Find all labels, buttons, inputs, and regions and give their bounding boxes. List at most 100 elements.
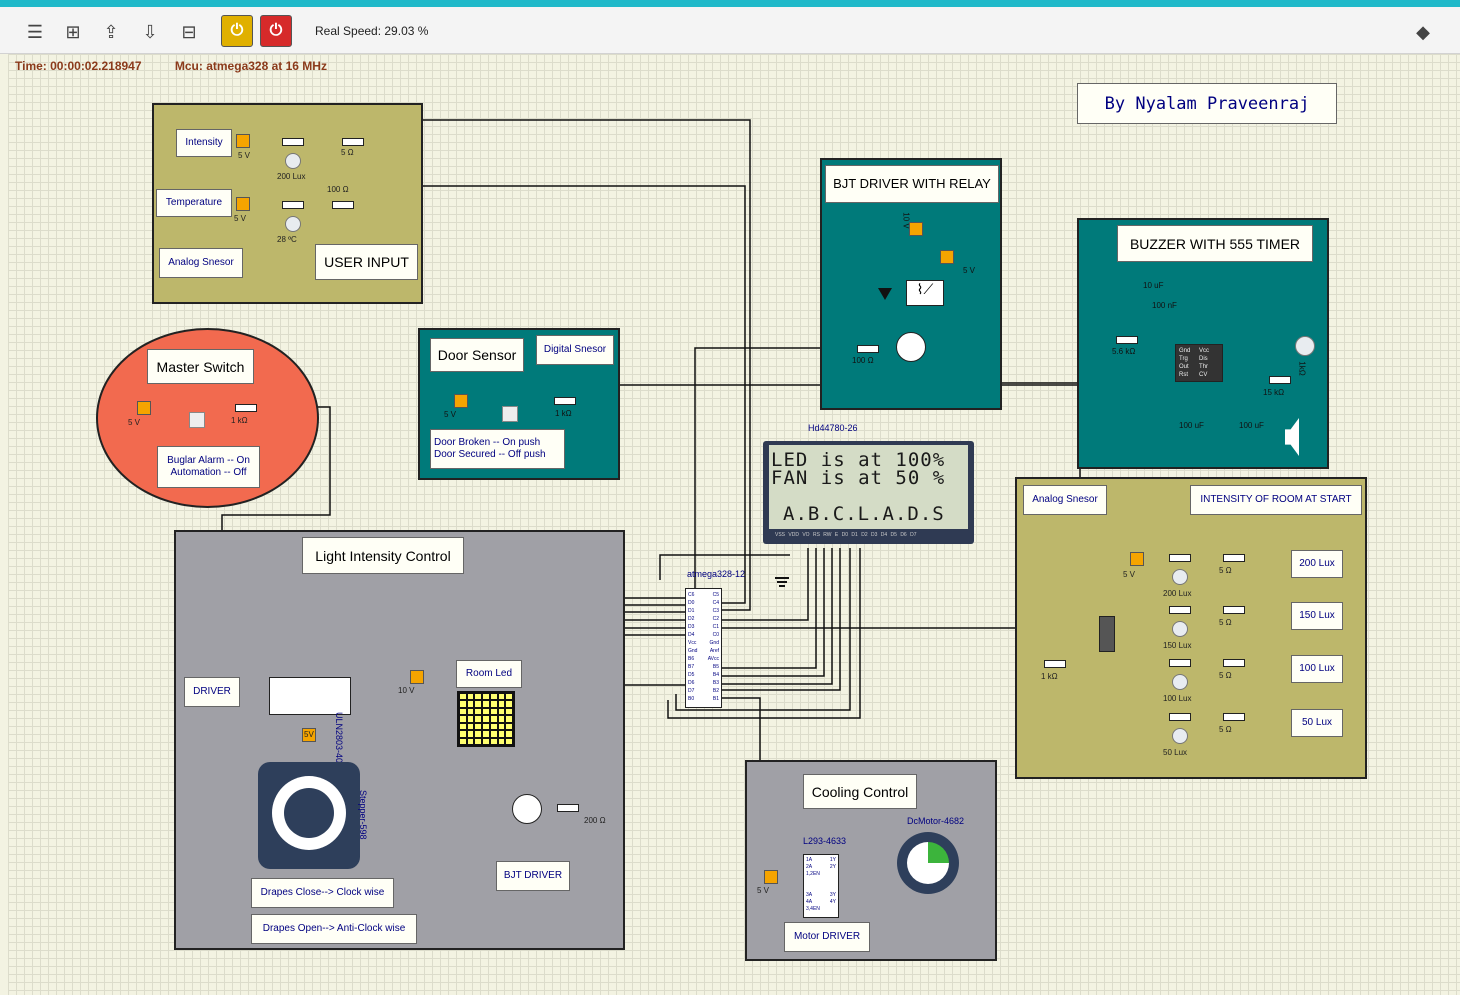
led-matrix-cell xyxy=(475,738,482,744)
led-matrix-cell xyxy=(490,694,497,700)
pin-label: Out xyxy=(1179,364,1189,370)
author-label: By Nyalam Praveenraj xyxy=(1077,83,1337,124)
cooling-control-title: Cooling Control xyxy=(803,774,917,809)
led-matrix-cell xyxy=(498,738,505,744)
resistor xyxy=(557,804,579,812)
resistor-value: 5 Ω xyxy=(1219,566,1232,575)
save-as-icon[interactable]: ⊟ xyxy=(176,19,202,45)
mcu-pin-label: D4 xyxy=(688,632,695,638)
voltage-label: 5 V xyxy=(444,410,457,419)
lux-knob[interactable] xyxy=(1172,728,1188,744)
analog-sensor-label: Analog Snesor xyxy=(159,248,243,278)
lux-knob[interactable] xyxy=(1172,621,1188,637)
diode-icon xyxy=(878,288,892,300)
door-push-button[interactable] xyxy=(502,406,518,422)
master-toggle-switch[interactable] xyxy=(189,412,205,428)
drapes-open-label: Drapes Open--> Anti-Clock wise xyxy=(251,914,417,944)
lux-knob[interactable] xyxy=(1172,569,1188,585)
stepper-motor[interactable] xyxy=(258,762,360,869)
atmega-chip[interactable]: C6 D0 D1 D2 D3 D4 Vcc Gnd B6 B7 D5 D6 D7 B0 C5 C4 C3 C2 C… xyxy=(685,588,722,708)
pot-knob[interactable] xyxy=(1295,336,1315,356)
mcu-pin-label: Gnd xyxy=(688,648,698,654)
analog-sensor-title: Analog Snesor xyxy=(1023,485,1107,515)
mcu-pin-label: D0 xyxy=(688,600,695,606)
led-matrix[interactable] xyxy=(457,691,515,747)
ldr-resistor xyxy=(282,138,304,146)
relay-icon[interactable]: ⌇⟋ xyxy=(906,280,944,306)
power-5v-pin[interactable] xyxy=(1130,552,1144,566)
uln2803-chip[interactable] xyxy=(269,677,351,715)
light-control-panel[interactable]: Light Intensity Control DRIVER ULN2803-4… xyxy=(174,530,625,950)
mcu-pin-label: Gnd xyxy=(709,640,719,646)
led-matrix-cell xyxy=(498,701,505,707)
mcu-pin-label: B2 xyxy=(712,688,719,694)
pause-icon[interactable]: ⏻ xyxy=(221,15,253,47)
room-intensity-title: INTENSITY OF ROOM AT START xyxy=(1190,485,1362,515)
mcu-pin-label: B3 xyxy=(712,680,719,686)
led-matrix-cell xyxy=(475,701,482,707)
master-switch-panel[interactable]: Master Switch 5 V 1 kΩ Buglar Alarm -- O… xyxy=(96,328,319,508)
power-10v-pin[interactable] xyxy=(909,222,923,236)
l293-pin-label xyxy=(830,871,836,878)
info-icon[interactable]: ◆ xyxy=(1410,19,1436,45)
resistor-value: 200 Ω xyxy=(584,816,606,825)
mcu-pin-label: Aref xyxy=(709,648,719,654)
uln-name: ULN2803-404 xyxy=(334,712,344,769)
ldr-resistor xyxy=(1169,659,1191,667)
window-top-bar xyxy=(0,0,1460,7)
user-input-panel[interactable]: Intensity Temperature Analog Snesor USER… xyxy=(152,103,423,304)
drapes-close-label: Drapes Close--> Clock wise xyxy=(251,878,394,908)
mcu-pin-label: Vcc xyxy=(688,640,697,646)
l293-chip[interactable]: 1A 2A 1,2EN 3A 4A 3,4EN 1Y 2Y 3Y 4Y xyxy=(803,854,839,918)
led-matrix-cell xyxy=(490,701,497,707)
led-matrix-cell xyxy=(475,708,482,715)
resistor xyxy=(332,201,354,209)
config-icon[interactable]: ☰ xyxy=(22,19,48,45)
l293-pin-label: 1Y xyxy=(829,857,836,863)
mcu-pin-label: D1 xyxy=(688,608,695,614)
master-switch-desc: Buglar Alarm -- On Automation -- Off xyxy=(157,446,260,488)
led-matrix-cell xyxy=(467,723,474,730)
led-matrix-cell xyxy=(460,708,466,715)
power-5v-pin[interactable] xyxy=(454,394,468,408)
led-matrix-cell xyxy=(467,716,474,722)
led-matrix-cell xyxy=(506,723,512,730)
power-5v-pin[interactable] xyxy=(236,197,250,211)
mcu-pin-label: C1 xyxy=(712,624,719,630)
buzzer-panel[interactable]: BUZZER WITH 555 TIMER 10 uF 100 nF 5.6 k… xyxy=(1077,218,1329,469)
timer-555-chip[interactable]: Gnd Vcc Trg Dis Out Thr Rst CV xyxy=(1175,344,1223,382)
power-5v-pin[interactable] xyxy=(137,401,151,415)
led-matrix-cell xyxy=(490,716,497,722)
mcu-pin-label: C4 xyxy=(712,600,719,606)
led-matrix-cell xyxy=(475,716,482,722)
mcu-pin-label: B6 xyxy=(688,656,695,662)
led-matrix-cell xyxy=(460,731,466,737)
power-10v-pin[interactable] xyxy=(410,670,424,684)
save-icon[interactable]: ⇩ xyxy=(137,19,163,45)
power-5v-pin[interactable] xyxy=(764,870,778,884)
speaker-icon xyxy=(1285,418,1299,456)
power-5v-pin[interactable] xyxy=(940,250,954,264)
resistor-value: 5 Ω xyxy=(1219,725,1232,734)
l293-pin-label xyxy=(830,906,836,913)
door-sensor-desc: Door Broken -- On push Door Secured -- O… xyxy=(430,429,565,469)
mcu-pin-label: B1 xyxy=(712,696,719,702)
resistor xyxy=(235,404,257,412)
capacitor-value: 100 nF xyxy=(1152,301,1177,310)
led-matrix-cell xyxy=(506,716,512,722)
lux-knob[interactable] xyxy=(1172,674,1188,690)
temperature-knob[interactable] xyxy=(285,216,301,232)
new-circuit-icon[interactable]: ⊞ xyxy=(60,19,86,45)
door-sensor-panel[interactable]: Door Sensor Digital Snesor 5 V 1 kΩ Door… xyxy=(418,328,620,480)
lux-knob[interactable] xyxy=(285,153,301,169)
led-matrix-cell xyxy=(460,716,466,722)
power-icon[interactable]: ⏻ xyxy=(260,15,292,47)
ldr-resistor xyxy=(1169,554,1191,562)
power-5v-pin[interactable] xyxy=(236,134,250,148)
open-icon[interactable]: ⇪ xyxy=(98,19,124,45)
analog-sensor-panel[interactable]: Analog Snesor INTENSITY OF ROOM AT START… xyxy=(1015,477,1367,779)
lcd-display[interactable]: LED is at 100% FAN is at 50 % A.B.C.L.A.… xyxy=(763,441,974,544)
dc-motor[interactable] xyxy=(897,832,959,894)
bjt-relay-panel[interactable]: BJT DRIVER WITH RELAY 10 V 5 V ⌇⟋ 100 Ω xyxy=(820,158,1002,410)
cooling-control-panel[interactable]: Cooling Control L293-4633 1A 2A 1,2EN 3A 4A 3… xyxy=(745,760,997,961)
